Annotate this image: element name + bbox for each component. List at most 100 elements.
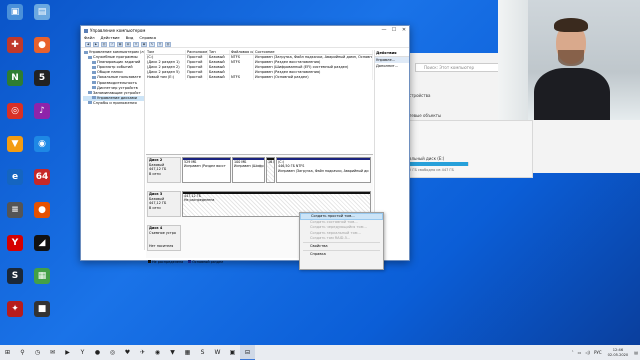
desktop-shortcut-icon[interactable]: ● — [29, 37, 55, 65]
app-icon: ✚ — [7, 37, 23, 53]
background-explorer-drives[interactable]: альный диск (E:) 2 ГБ свободно из 447 ГБ — [398, 120, 533, 178]
column-header-filesystem[interactable]: Файловая система — [230, 50, 254, 54]
context-menu-item[interactable]: Создать простой том... — [300, 213, 383, 221]
toolbar-button[interactable]: ▤ — [125, 42, 131, 47]
taskbar-app-icon[interactable]: ✈ — [135, 345, 150, 360]
taskbar-app-icon[interactable]: ▣ — [225, 345, 240, 360]
window-titlebar[interactable]: Управление компьютером — ☐ ✕ — [81, 26, 409, 35]
background-network-heading: тевые объекты — [409, 113, 442, 118]
volume-cell: Новый том (E:) — [146, 75, 186, 80]
desktop-shortcut-icon[interactable]: 64 — [29, 169, 55, 197]
clock[interactable]: 12:46 02.05.2020 — [608, 348, 629, 357]
taskbar-app-icon[interactable]: ▼ — [165, 345, 180, 360]
taskbar-app-icon[interactable]: ◷ — [30, 345, 45, 360]
taskbar-app-icon[interactable]: S — [195, 345, 210, 360]
maximize-button[interactable]: ☐ — [389, 26, 399, 35]
desktop-shortcut-icon[interactable]: ◢ — [29, 235, 55, 263]
toolbar-button[interactable]: ◀ — [85, 42, 91, 47]
start-button[interactable]: ⊞ — [0, 345, 15, 360]
toolbar-button[interactable]: ✕ — [133, 42, 139, 47]
toolbar-button[interactable]: ▥ — [101, 42, 107, 47]
desktop-shortcut-icon[interactable]: ≡ — [2, 202, 28, 230]
taskbar-app-icon[interactable]: ▶ — [60, 345, 75, 360]
taskbar-app-icon[interactable]: ◎ — [105, 345, 120, 360]
disk-4-label[interactable]: Диск 4 Съемное устро Нет носителя — [147, 225, 181, 251]
notifications-icon[interactable]: ▤ — [634, 350, 638, 355]
disk-3-label[interactable]: Диск 3 Базовый 447,12 ГБ В сети — [147, 191, 181, 217]
desktop-shortcut-icon[interactable]: ✦ — [2, 301, 28, 329]
menu-item[interactable]: Действие — [101, 35, 120, 41]
taskbar-app-icon[interactable]: ♥ — [120, 345, 135, 360]
context-menu[interactable]: Создать простой том... Создать составной … — [299, 212, 384, 270]
toolbar-button[interactable]: ▣ — [141, 42, 147, 47]
tree-item[interactable]: Производительность — [83, 81, 144, 86]
tree-item[interactable]: Диспетчер устройств — [83, 86, 144, 91]
taskbar-app-icon[interactable]: ▦ — [180, 345, 195, 360]
disk-2-label[interactable]: Диск 2 Базовый 447,12 ГБ В сети — [147, 157, 181, 183]
desktop-shortcut-icon[interactable]: ■ — [29, 301, 55, 329]
disk-2-partition-efi[interactable]: 100 МБ Исправен (Шифр — [232, 157, 265, 183]
volume-list[interactable]: Том Расположение Тип Файловая система Со… — [146, 50, 373, 110]
toolbar-button[interactable]: ⚲ — [157, 42, 163, 47]
taskbar-app-icon[interactable]: Y — [75, 345, 90, 360]
desktop-shortcut-icon[interactable]: e — [2, 169, 28, 197]
desktop-shortcut-icon[interactable]: S — [2, 268, 28, 296]
toolbar-button[interactable]: ▶ — [93, 42, 99, 47]
taskbar-app-icon[interactable]: ◉ — [150, 345, 165, 360]
desktop-shortcut-icon[interactable]: ▼ — [2, 136, 28, 164]
tray-chevron-icon[interactable]: ˄ — [572, 350, 574, 355]
tree-item[interactable]: Службы и приложения — [83, 101, 144, 106]
desktop-shortcut-icon[interactable]: ● — [29, 202, 55, 230]
disk-2-partition-recovery[interactable]: 529 МБ Исправен (Раздел восст — [182, 157, 231, 183]
context-menu-item[interactable]: Справка — [300, 252, 383, 257]
toolbar-button[interactable]: ? — [109, 42, 115, 47]
desktop-shortcut-icon[interactable]: ▣ — [2, 4, 28, 32]
desktop-shortcut-icon[interactable]: ✚ — [2, 37, 28, 65]
tree-item[interactable]: Локальные пользовате — [83, 75, 144, 80]
taskbar-app-icon[interactable]: W — [210, 345, 225, 360]
disk-3-state: В сети — [149, 205, 161, 210]
language-indicator[interactable]: РУС — [594, 350, 602, 355]
legend-primary-swatch — [188, 260, 192, 263]
context-menu-item[interactable]: Свойства — [300, 244, 383, 249]
actions-more[interactable]: Дополнит... — [375, 63, 409, 69]
taskbar-app-icon[interactable]: ● — [90, 345, 105, 360]
desktop-shortcut-icon[interactable]: ♪ — [29, 103, 55, 131]
toolbar-button[interactable]: ✎ — [149, 42, 155, 47]
desktop-shortcut-icon[interactable]: ◉ — [29, 136, 55, 164]
minimize-button[interactable]: — — [379, 26, 389, 35]
desktop-shortcut-icon[interactable]: ▦ — [29, 268, 55, 296]
actions-header: Действия — [375, 50, 409, 57]
taskbar-app-icon[interactable]: ⚲ — [15, 345, 30, 360]
taskbar-app-icon[interactable]: ⊟ — [240, 345, 255, 360]
volume-icon[interactable]: ◁) — [585, 350, 590, 355]
desktop-shortcut-icon[interactable]: Y — [2, 235, 28, 263]
network-icon[interactable]: ▭ — [578, 350, 582, 355]
column-header-layout[interactable]: Расположение — [186, 50, 208, 54]
app-icon: 5 — [34, 70, 50, 86]
column-header-volume[interactable]: Том — [146, 50, 186, 54]
close-button[interactable]: ✕ — [399, 26, 409, 35]
column-header-type[interactable]: Тип — [208, 50, 230, 54]
column-header-status[interactable]: Состояние — [254, 50, 373, 54]
desktop-shortcut-icon[interactable]: ◎ — [2, 103, 28, 131]
tree-node-icon — [88, 101, 92, 105]
toolbar-button[interactable]: ▧ — [165, 42, 171, 47]
desktop-shortcut-icon[interactable]: N — [2, 70, 28, 98]
disk-2-partition-c[interactable]: (C:) 446,50 ГБ NTFS Исправен (Загрузка, … — [276, 157, 371, 183]
app-icon: ◉ — [34, 136, 50, 152]
disk-2-state: В сети — [149, 171, 161, 176]
toolbar: ◀ ▶ ▥? ▦ ▤ ✕ ▣ ✎ ⚲ ▧ — [81, 41, 409, 48]
disk-2-row: Диск 2 Базовый 447,12 ГБ В сети 529 МБ И… — [146, 157, 373, 183]
menu-item[interactable]: Файл — [84, 35, 95, 41]
toolbar-button[interactable]: ▦ — [117, 42, 123, 47]
menu-item[interactable]: Вид — [126, 35, 134, 41]
desktop-shortcut-icon[interactable]: ▤ — [29, 4, 55, 32]
menu-item[interactable]: Справка — [139, 35, 156, 41]
desktop-shortcut-icon[interactable]: 5 — [29, 70, 55, 98]
volume-row[interactable]: Новый том (E:) Простой Базовый NTFS Исправен… — [146, 75, 373, 80]
navigation-tree[interactable]: Управление компьютером (л Служебные прогр… — [83, 50, 145, 250]
disk-2-partition-msr[interactable]: 16 МБ — [266, 157, 275, 183]
taskbar-app-icon[interactable]: ✉ — [45, 345, 60, 360]
app-icon: ♪ — [34, 103, 50, 119]
